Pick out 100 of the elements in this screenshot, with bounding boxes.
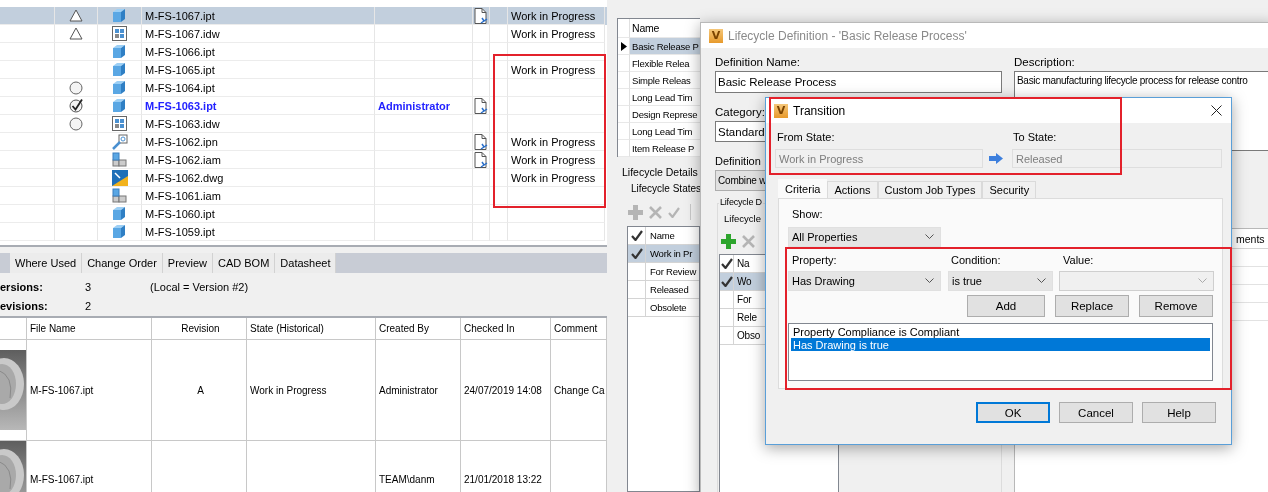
file-name-cell[interactable]: M-FS-1059.ipt: [142, 223, 375, 241]
tab[interactable]: Where Used: [10, 253, 83, 273]
value-dropdown[interactable]: [1059, 271, 1214, 291]
file-name-cell[interactable]: M-FS-1064.ipt: [142, 79, 375, 97]
table-cell: [0, 61, 55, 79]
name-field[interactable]: Basic Release Process: [715, 71, 1002, 93]
table-cell: [473, 43, 490, 61]
close-icon[interactable]: [1210, 105, 1222, 116]
tab[interactable]: Change Order: [82, 253, 163, 273]
file-name-cell[interactable]: M-FS-1062.dwg: [142, 169, 375, 187]
table-cell: [0, 133, 55, 151]
file-name-cell[interactable]: M-FS-1062.iam: [142, 151, 375, 169]
table-cell: [490, 223, 508, 241]
table-cell: 24/07/2019 14:08: [461, 340, 551, 441]
table-cell: [473, 205, 490, 223]
field-label: Property:: [791, 254, 837, 266]
check-icon[interactable]: [668, 206, 680, 218]
plus-icon[interactable]: [721, 233, 736, 249]
field-label: Category:: [715, 106, 765, 118]
dialog-button[interactable]: OK: [976, 402, 1050, 423]
table-cell: M-FS-1067.ipt: [27, 340, 152, 441]
table-cell: Administrator: [376, 340, 461, 441]
table-cell: Work in Progress: [247, 340, 376, 441]
file-name-cell[interactable]: M-FS-1063.ipt: [142, 97, 375, 115]
table-cell: Work in Progress: [508, 169, 605, 187]
revisions-value: 2: [85, 299, 92, 312]
column-header[interactable]: Created By: [376, 318, 461, 340]
action-button[interactable]: Replace: [1055, 295, 1129, 317]
tab[interactable]: Lifecycle States: [631, 183, 700, 194]
column-header[interactable]: File Name: [27, 318, 152, 340]
check-column-icon: [720, 258, 733, 269]
criteria-item[interactable]: Property Compliance is Compliant: [791, 325, 1210, 338]
table-cell: [0, 223, 55, 241]
field-label: From State:: [776, 131, 835, 143]
table-cell: Work in Progress: [508, 25, 605, 43]
window-title: Lifecycle Definition - 'Basic Release Process': [728, 28, 967, 43]
file-name-cell[interactable]: M-FS-1067.idw: [142, 25, 375, 43]
table-cell: [473, 187, 490, 205]
table-cell: [490, 187, 508, 205]
table-cell: [473, 223, 490, 241]
window-title: Transition: [793, 103, 846, 118]
state-name[interactable]: Released: [646, 281, 699, 299]
tab[interactable]: Lifecycle: [724, 213, 761, 224]
table-cell: [490, 61, 508, 79]
table-cell: [490, 79, 508, 97]
delete-icon[interactable]: [742, 234, 755, 248]
versions-value: 3: [85, 280, 92, 293]
file-name-cell[interactable]: M-FS-1062.ipn: [142, 133, 375, 151]
field-label: Description:: [1014, 56, 1075, 68]
criteria-item[interactable]: Has Drawing is true: [791, 338, 1210, 351]
table-cell: [490, 169, 508, 187]
check-icon: [720, 276, 733, 287]
field-label: Show:: [791, 208, 823, 220]
table-cell: [0, 169, 55, 187]
table-cell: Work in Progress: [508, 61, 605, 79]
section-label: Lifecycle Details: [622, 166, 698, 178]
field-label: Definition Name:: [715, 56, 800, 68]
column-header[interactable]: Revision: [152, 318, 247, 340]
tab[interactable]: Actions: [827, 181, 878, 198]
table-cell: [490, 115, 508, 133]
condition-dropdown[interactable]: is true: [948, 271, 1053, 291]
tab[interactable]: CAD BOM: [213, 253, 276, 273]
lifecycle-name[interactable]: Basic Release P: [630, 38, 700, 55]
table-cell: [0, 187, 55, 205]
action-button[interactable]: Remove: [1139, 295, 1213, 317]
dialog-button[interactable]: Cancel: [1059, 402, 1133, 423]
column-header[interactable]: State (Historical): [247, 318, 376, 340]
table-cell: [473, 61, 490, 79]
chevron-down-icon: [925, 278, 934, 284]
file-name-cell[interactable]: M-FS-1061.iam: [142, 187, 375, 205]
tab[interactable]: Preview: [162, 253, 213, 273]
state-name[interactable]: Obsolete: [646, 299, 699, 317]
table-cell: [490, 43, 508, 61]
table-cell: [490, 25, 508, 43]
state-name[interactable]: Work in Pr: [646, 245, 699, 263]
column-header[interactable]: ments: [1236, 229, 1268, 248]
state-name[interactable]: For Review: [646, 263, 699, 281]
plus-icon[interactable]: [628, 204, 643, 220]
tab[interactable]: Datasheet: [275, 253, 337, 273]
dialog-button[interactable]: Help: [1142, 402, 1216, 423]
column-header[interactable]: Checked In: [461, 318, 551, 340]
delete-icon[interactable]: [649, 205, 662, 219]
file-name-cell[interactable]: M-FS-1067.ipt: [142, 7, 375, 25]
local-version-note: (Local = Version #2): [150, 280, 249, 293]
show-dropdown[interactable]: All Properties: [788, 227, 941, 247]
to-state-field: Released: [1012, 149, 1222, 168]
file-name-cell[interactable]: M-FS-1063.idw: [142, 115, 375, 133]
tab[interactable]: Criteria: [778, 179, 828, 198]
chevron-down-icon: [925, 234, 934, 240]
property-dropdown[interactable]: Has Drawing: [788, 271, 941, 291]
tab[interactable]: Custom Job Types: [877, 181, 983, 198]
action-button[interactable]: Add: [967, 295, 1045, 317]
tab[interactable]: Security: [982, 181, 1037, 198]
file-name-cell[interactable]: M-FS-1060.ipt: [142, 205, 375, 223]
selected-file-row[interactable]: M-FS-1067.ipt Work in Progress: [0, 7, 607, 25]
file-name-cell[interactable]: M-FS-1066.ipt: [142, 43, 375, 61]
table-cell: [0, 7, 55, 25]
file-name-cell[interactable]: M-FS-1065.ipt: [142, 61, 375, 79]
check-column-icon: [630, 230, 643, 241]
table-cell: Administrator: [375, 97, 473, 115]
